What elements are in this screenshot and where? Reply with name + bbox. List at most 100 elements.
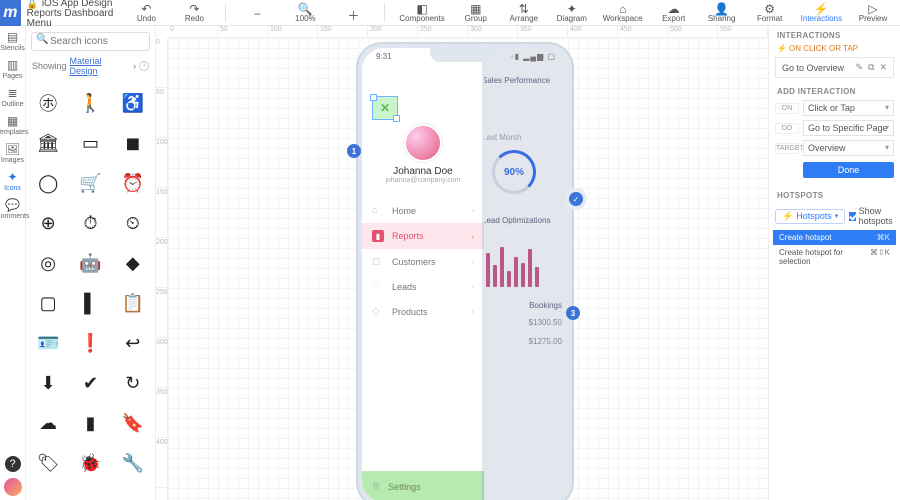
cart-icon[interactable]: 🛒: [70, 164, 110, 202]
undo-button[interactable]: ↶Undo: [129, 2, 163, 23]
nav-comments[interactable]: 💬Comments: [0, 198, 29, 220]
bolt-icon: ⚡: [782, 211, 793, 222]
wallet-icon[interactable]: ▭: [70, 124, 110, 162]
icon-search-input[interactable]: [31, 32, 150, 51]
canvas[interactable]: 1 ✓ 3 9:31 ◦▮ ▂▄▆ ▢ Sales Performance La…: [168, 38, 768, 500]
aspect-ratio-icon[interactable]: ▢: [28, 284, 68, 322]
book-icon[interactable]: ▮: [70, 404, 110, 442]
done-button[interactable]: Done: [803, 162, 894, 178]
show-hotspots-checkbox[interactable]: [849, 212, 855, 221]
chevron-right-icon: ›: [471, 307, 474, 316]
chevron-right-icon: ›: [471, 257, 474, 266]
assignment-returned-icon[interactable]: ⬇: [28, 364, 68, 402]
interactions-button[interactable]: ⚡Interactions: [801, 2, 842, 23]
android-icon[interactable]: 🤖: [70, 244, 110, 282]
peek-bar-chart: [472, 243, 562, 287]
trigger-label: ⚡ON CLICK OR TAP: [769, 42, 900, 57]
profile-email: johanna@company.com: [362, 177, 484, 184]
account-circle-icon[interactable]: ◯: [28, 164, 68, 202]
bookmark-icon[interactable]: 🔖: [113, 404, 153, 442]
bug-icon[interactable]: 🐞: [70, 444, 110, 482]
assignment-late-icon[interactable]: ❗: [70, 324, 110, 362]
user-avatar[interactable]: [4, 478, 22, 496]
all-out-icon[interactable]: ◎: [28, 244, 68, 282]
icon-grid: ㋭ 🚶 ♿ 🏛 ▭ ◼ ◯ 🛒 ⏰ ⊕ ⏱ ⏲ ◎ 🤖 ◆ ▢ ▌ 📋 🪪 ❗ …: [26, 80, 155, 500]
nav-outline[interactable]: ≣Outline: [1, 86, 23, 108]
menu-customers[interactable]: ◻Customers›: [362, 249, 484, 274]
show-hotspots-label: Show hotspots: [859, 206, 896, 226]
alarm-icon[interactable]: ⏰: [113, 164, 153, 202]
status-icons: ◦▮ ▂▄▆ ▢: [511, 52, 556, 61]
bolt-icon: ⚡: [777, 44, 787, 53]
select-target[interactable]: Overview: [803, 140, 894, 156]
peek-amount-1: $1300.50: [482, 318, 562, 327]
canvas-marker-1[interactable]: 1: [347, 144, 361, 158]
project-title: 🔒iOS App Design Reports Dashboard Menu: [21, 0, 118, 29]
3d-rotation-icon[interactable]: ㋭: [28, 84, 68, 122]
assignment-return-icon[interactable]: ↩: [113, 324, 153, 362]
check-icon[interactable]: ✔: [70, 364, 110, 402]
alarm-on-icon[interactable]: ⏲: [113, 204, 153, 242]
components-button[interactable]: ◧Components: [399, 2, 444, 23]
chart-icon: ▮: [372, 230, 384, 242]
menu-settings[interactable]: ⚙Settings: [362, 471, 484, 500]
canvas-marker-2[interactable]: ✓: [565, 188, 587, 210]
action-create-hotspot-selection[interactable]: Create hotspot for selection⌘⇧K: [773, 245, 896, 269]
library-link[interactable]: Material Design: [70, 56, 131, 76]
delete-icon[interactable]: ✕: [879, 62, 887, 73]
account-box-icon[interactable]: ◼: [113, 124, 153, 162]
announcement-icon[interactable]: ◆: [113, 244, 153, 282]
preview-button[interactable]: ▷Preview: [856, 2, 890, 23]
panel-heading-hotspots: HOTSPOTS: [769, 186, 900, 202]
alarm-add-icon[interactable]: ⊕: [28, 204, 68, 242]
help-button[interactable]: ?: [5, 456, 21, 472]
diagram-button[interactable]: ✦Diagram: [555, 2, 589, 23]
app-logo[interactable]: m: [0, 0, 21, 26]
redo-button[interactable]: ↷Redo: [177, 2, 211, 23]
nav-icons[interactable]: ✦Icons: [4, 170, 21, 192]
nav-images[interactable]: 🖼Images: [1, 142, 24, 164]
info-icon[interactable]: i: [139, 61, 149, 71]
zoom-level[interactable]: 🔍100%: [288, 2, 322, 23]
bookmark-border-icon[interactable]: 🏷: [28, 444, 68, 482]
accessibility-icon[interactable]: 🚶: [70, 84, 110, 122]
device-frame[interactable]: 9:31 ◦▮ ▂▄▆ ▢ Sales Performance Last Mon…: [356, 42, 574, 500]
nav-templates[interactable]: ▦Templates: [0, 114, 28, 136]
hotspots-dropdown[interactable]: ⚡Hotspots ▾: [775, 209, 845, 224]
format-button[interactable]: ⚙Format: [753, 2, 787, 23]
chevron-right-icon: ›: [471, 282, 474, 291]
menu-leads[interactable]: ♡Leads›: [362, 274, 484, 299]
select-on[interactable]: Click or Tap: [803, 100, 894, 116]
assignment-ind-icon[interactable]: 🪪: [28, 324, 68, 362]
nav-pages[interactable]: ▥Pages: [3, 58, 23, 80]
ruler-horizontal: 050100150200250300350400450500550: [168, 26, 768, 38]
edit-icon[interactable]: ✎: [855, 62, 863, 73]
action-create-hotspot[interactable]: Create hotspot⌘K: [773, 230, 896, 245]
select-do[interactable]: Go to Specific Page: [803, 120, 894, 136]
menu-reports[interactable]: ▮Reports‹: [362, 223, 484, 249]
zoom-in-button[interactable]: ＋: [336, 7, 370, 19]
menu-products[interactable]: ◇Products›: [362, 299, 484, 324]
arrange-button[interactable]: ⇅Arrange: [507, 2, 541, 23]
alarm-off-icon[interactable]: ⏱: [70, 204, 110, 242]
group-button[interactable]: ▦Group: [459, 2, 493, 23]
menu-home[interactable]: ⌂Home›: [362, 198, 484, 223]
zoom-out-button[interactable]: −: [240, 7, 274, 19]
assessment-icon[interactable]: ▌: [70, 284, 110, 322]
export-button[interactable]: ☁Export: [657, 2, 691, 23]
selected-element[interactable]: ✕: [372, 96, 398, 120]
workspace-button[interactable]: ⌂Workspace: [603, 2, 643, 23]
progress-ring: 90%: [492, 150, 536, 194]
sharing-button[interactable]: 👤Sharing: [705, 2, 739, 23]
duplicate-icon[interactable]: ⧉: [868, 62, 874, 73]
nav-stencils[interactable]: ▤Stencils: [0, 30, 25, 52]
interaction-row[interactable]: Go to Overview ✎ ⧉ ✕: [775, 57, 894, 78]
panel-heading-add: ADD INTERACTION: [769, 82, 900, 98]
assignment-icon[interactable]: 📋: [113, 284, 153, 322]
autorenew-icon[interactable]: ↻: [113, 364, 153, 402]
canvas-marker-3[interactable]: 3: [566, 306, 580, 320]
build-icon[interactable]: 🔧: [113, 444, 153, 482]
backup-icon[interactable]: ☁: [28, 404, 68, 442]
accessible-icon[interactable]: ♿: [113, 84, 153, 122]
account-balance-icon[interactable]: 🏛: [28, 124, 68, 162]
